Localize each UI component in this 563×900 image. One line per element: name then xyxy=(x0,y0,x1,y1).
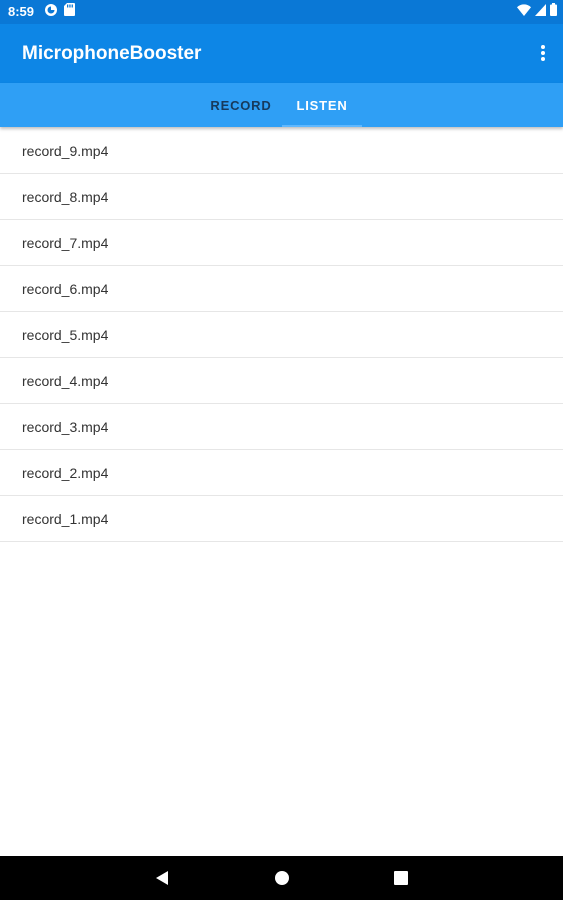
recording-item[interactable]: record_3.mp4 xyxy=(0,404,563,450)
recording-file-name: record_8.mp4 xyxy=(22,189,109,205)
recording-file-name: record_2.mp4 xyxy=(22,465,109,481)
recording-file-name: record_6.mp4 xyxy=(22,281,109,297)
status-system-icons xyxy=(517,3,557,21)
back-button[interactable] xyxy=(142,856,182,900)
recording-file-name: record_4.mp4 xyxy=(22,373,109,389)
recording-file-name: record_9.mp4 xyxy=(22,143,109,159)
recording-item[interactable]: record_4.mp4 xyxy=(0,358,563,404)
status-bar: 8:59 xyxy=(0,0,563,24)
recording-file-name: record_3.mp4 xyxy=(22,419,109,435)
recording-item[interactable]: record_1.mp4 xyxy=(0,496,563,542)
home-button[interactable] xyxy=(262,856,302,900)
tab-bar: RECORD LISTEN xyxy=(0,83,563,127)
recents-icon xyxy=(394,871,408,885)
sd-card-icon xyxy=(64,3,75,21)
signal-icon xyxy=(535,3,546,21)
overflow-menu-button[interactable] xyxy=(537,40,549,66)
app-title: MicrophoneBooster xyxy=(22,43,202,64)
battery-icon xyxy=(550,3,557,21)
tab-listen-label: LISTEN xyxy=(296,97,348,113)
home-icon xyxy=(275,871,289,885)
back-icon xyxy=(156,871,168,885)
status-notification-icons xyxy=(44,3,75,22)
recording-file-name: record_5.mp4 xyxy=(22,327,109,343)
recordings-list: record_9.mp4 record_8.mp4 record_7.mp4 r… xyxy=(0,128,563,542)
more-vert-icon xyxy=(541,45,545,61)
recents-button[interactable] xyxy=(381,856,421,900)
recording-item[interactable]: record_2.mp4 xyxy=(0,450,563,496)
recording-item[interactable]: record_6.mp4 xyxy=(0,266,563,312)
tab-record-label: RECORD xyxy=(210,97,272,113)
wifi-icon xyxy=(517,3,531,21)
cast-icon xyxy=(44,3,58,22)
navigation-bar xyxy=(0,856,563,900)
tab-record[interactable]: RECORD xyxy=(200,83,282,127)
tab-selected-indicator xyxy=(282,125,362,127)
recording-file-name: record_7.mp4 xyxy=(22,235,109,251)
recording-item[interactable]: record_8.mp4 xyxy=(0,174,563,220)
tab-listen[interactable]: LISTEN xyxy=(282,83,362,127)
status-time: 8:59 xyxy=(8,4,35,19)
recording-item[interactable]: record_9.mp4 xyxy=(0,128,563,174)
recording-item[interactable]: record_7.mp4 xyxy=(0,220,563,266)
app-bar: MicrophoneBooster xyxy=(0,24,563,83)
recording-item[interactable]: record_5.mp4 xyxy=(0,312,563,358)
recording-file-name: record_1.mp4 xyxy=(22,511,109,527)
